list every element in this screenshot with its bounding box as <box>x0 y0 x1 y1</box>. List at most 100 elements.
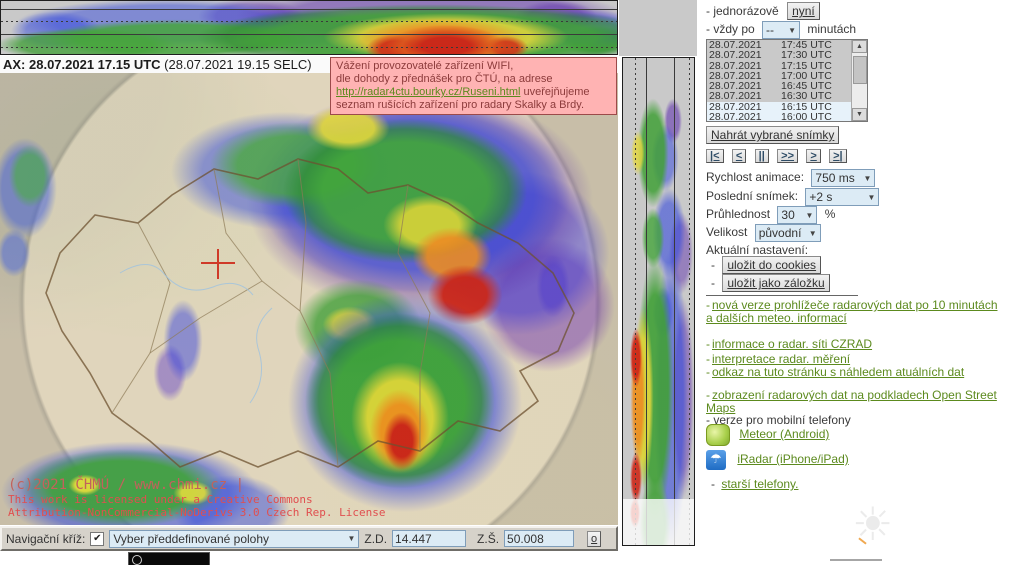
once-row: - jednorázově nyní <box>706 2 820 20</box>
chevron-down-icon: ▼ <box>805 211 813 220</box>
player-controls: |< < || >> > >| <box>706 148 852 163</box>
max-time-utc: AX: 28.07.2021 17.15 UTC <box>3 57 161 72</box>
chevron-down-icon: ▼ <box>347 534 355 543</box>
load-selected-button[interactable]: Nahrát vybrané snímky <box>706 126 839 144</box>
navigation-bar: Navigační kříž: ✔ Vyber předdefinované p… <box>0 526 618 551</box>
copyright-line2: This work is licensed under a Creative C… <box>8 493 386 506</box>
prev-frame-button[interactable]: < <box>732 149 746 163</box>
link-thispage[interactable]: odkaz na tuto stránku s náhledem atuální… <box>712 365 964 379</box>
zd-label: Z.D. <box>364 532 387 546</box>
ruseni-link[interactable]: http://radar4ctu.bourky.cz/Ruseni.html <box>336 86 520 98</box>
gridline <box>646 58 647 545</box>
speed-select[interactable]: 750 ms ▼ <box>811 169 875 187</box>
copyright-line1: (c)2021 ČHMÚ / www.chmi.cz | <box>8 477 386 493</box>
interval-value: -- <box>766 23 774 37</box>
last-frame-select[interactable]: +2 s ▼ <box>805 188 879 206</box>
link-osm-row: -zobrazení radarových dat na podkladech … <box>706 389 1006 414</box>
opacity-suffix: % <box>825 207 836 221</box>
scroll-up-icon[interactable]: ▲ <box>852 40 867 53</box>
longitude-input[interactable] <box>392 530 466 547</box>
opacity-row: Průhlednost 30 ▼ % <box>706 206 835 224</box>
last-frame-button[interactable]: >| <box>829 149 847 163</box>
ios-app-row: ☂ iRadar (iPhone/iPad) <box>706 450 849 470</box>
link-new-version-row: -nová verze prohlížeče radarových dat po… <box>706 299 1006 324</box>
dash: - <box>706 337 710 351</box>
interval-select[interactable]: -- ▼ <box>762 21 800 39</box>
android-app-row: Meteor (Android) <box>706 424 829 446</box>
opacity-select[interactable]: 30 ▼ <box>777 206 817 224</box>
go-button[interactable]: o <box>587 531 601 547</box>
legend-icon <box>132 555 142 565</box>
stray-divider <box>830 559 882 561</box>
link-interpret[interactable]: interpretace radar. měření <box>712 352 850 366</box>
link-new-version[interactable]: nová verze prohlížeče radarových dat po … <box>706 298 998 325</box>
gridline <box>635 58 636 545</box>
top-profile-strip[interactable] <box>0 0 618 55</box>
now-button[interactable]: nyní <box>787 2 820 20</box>
opacity-value: 30 <box>781 208 794 222</box>
gridline <box>1 47 617 48</box>
copyright-line3: Attribution-NonCommercial-NoDerivs 3.0 C… <box>8 506 386 519</box>
gridline <box>1 21 617 22</box>
settings-label: Aktuální nastavení: <box>706 243 808 257</box>
timestamp-option[interactable]: 28.07.202116:00 UTC <box>707 112 867 122</box>
link-thispage-row: -odkaz na tuto stránku s náhledem atuáln… <box>706 366 996 379</box>
wifi-notice-box: Vážení provozovatelé zařízení WIFI, dle … <box>330 57 617 115</box>
nav-cross-label: Navigační kříž: <box>6 532 85 546</box>
navigation-crosshair <box>217 249 219 279</box>
save-bookmark-button[interactable]: uložit jako záložku <box>722 274 829 292</box>
legend-row <box>0 552 618 565</box>
latitude-input[interactable] <box>504 530 574 547</box>
notice-line1: Vážení provozovatelé zařízení WIFI, <box>336 60 513 72</box>
old-phones-row: - starší telefony. <box>711 477 799 491</box>
scrollbar-thumb[interactable] <box>853 56 867 84</box>
gridline <box>1 9 617 10</box>
max-time-local: (28.07.2021 19.15 SELC) <box>161 57 312 72</box>
link-meteor-android[interactable]: Meteor (Android) <box>739 427 829 441</box>
save-bookmark-row: - uložit jako záložku <box>711 274 830 292</box>
zs-label: Z.Š. <box>477 532 499 546</box>
play-button[interactable]: >> <box>777 149 798 163</box>
speed-row: Rychlost animace: 750 ms ▼ <box>706 169 875 187</box>
legend-color-scale <box>128 552 210 565</box>
notice-line4: seznam rušících zařízení pro radary Skal… <box>336 99 584 111</box>
link-iradar-ios[interactable]: iRadar (iPhone/iPad) <box>737 452 848 466</box>
size-select[interactable]: původní ▼ <box>755 224 821 242</box>
size-label: Velikost <box>706 225 747 239</box>
right-profile-strip[interactable] <box>622 57 695 546</box>
copyright-notice: (c)2021 ČHMÚ / www.chmi.cz | This work i… <box>8 477 386 519</box>
link-osm[interactable]: zobrazení radarových dat na podkladech O… <box>706 388 997 415</box>
listbox-scrollbar[interactable]: ▲ ▼ <box>851 40 867 121</box>
speed-value: 750 ms <box>815 171 854 185</box>
scroll-down-icon[interactable]: ▼ <box>852 108 867 121</box>
iradar-ios-icon: ☂ <box>706 450 726 470</box>
profile-fade-overlay <box>623 499 694 545</box>
chevron-down-icon: ▼ <box>788 26 796 35</box>
link-czrad-row: -informace o radar. síti CZRAD <box>706 338 872 351</box>
profile-corner-box <box>619 0 697 56</box>
last-frame-row: Poslední snímek: +2 s ▼ <box>706 188 879 206</box>
last-frame-label: Poslední snímek: <box>706 189 798 203</box>
dash: - <box>706 365 710 379</box>
gridline <box>689 58 690 545</box>
link-old-phones[interactable]: starší telefony. <box>721 477 798 491</box>
interval-label: - vždy po <box>706 22 755 36</box>
last-frame-value: +2 s <box>809 190 832 204</box>
radar-map[interactable]: (c)2021 ČHMÚ / www.chmi.cz | This work i… <box>0 73 618 525</box>
next-frame-button[interactable]: > <box>806 149 820 163</box>
opacity-label: Průhlednost <box>706 207 770 221</box>
first-frame-button[interactable]: |< <box>706 149 724 163</box>
predefined-position-value: Vyber předdefinované polohy <box>113 532 269 546</box>
gridline <box>674 58 675 545</box>
chevron-down-icon: ▼ <box>867 193 875 202</box>
dash: - <box>711 276 715 290</box>
dash: - <box>711 258 715 272</box>
nav-cross-checkbox[interactable]: ✔ <box>90 532 104 546</box>
predefined-position-select[interactable]: Vyber předdefinované polohy ▼ <box>109 530 359 548</box>
pause-button[interactable]: || <box>755 149 769 163</box>
dash: - <box>711 477 715 491</box>
link-czrad[interactable]: informace o radar. síti CZRAD <box>712 337 872 351</box>
loading-sun-icon: ☀ <box>852 498 893 550</box>
save-cookies-button[interactable]: uložit do cookies <box>722 256 821 274</box>
timestamp-listbox[interactable]: 28.07.202117:45 UTC 28.07.202117:30 UTC … <box>706 39 868 122</box>
